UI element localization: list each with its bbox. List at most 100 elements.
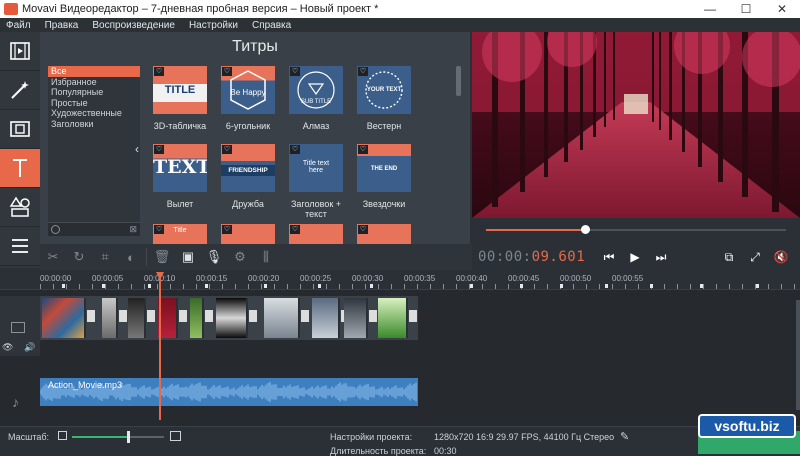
category-item[interactable]: Все bbox=[48, 66, 140, 77]
collapse-panel-icon[interactable]: ‹ bbox=[135, 142, 139, 156]
clear-search-icon[interactable]: ⊠ bbox=[129, 224, 137, 235]
category-item[interactable]: Художественные bbox=[48, 108, 140, 119]
more-tools-button[interactable] bbox=[0, 227, 40, 266]
category-item[interactable]: Популярные bbox=[48, 87, 140, 98]
title-tile[interactable]: ♡ Title bbox=[153, 224, 207, 244]
maximize-button[interactable]: ☐ bbox=[728, 0, 764, 18]
category-item[interactable]: Заголовки bbox=[48, 119, 140, 130]
transition-marker[interactable] bbox=[249, 310, 257, 322]
video-clip[interactable] bbox=[216, 298, 248, 338]
minimize-button[interactable]: — bbox=[692, 0, 728, 18]
video-clip[interactable] bbox=[190, 298, 204, 338]
external-preview-button[interactable]: ⧉ bbox=[716, 244, 742, 270]
menu-settings[interactable]: Настройки bbox=[183, 20, 246, 31]
category-item[interactable]: Избранное bbox=[48, 77, 140, 88]
ruler-time-label: 00:00:50 bbox=[560, 274, 592, 283]
filters-tool-button[interactable] bbox=[0, 110, 40, 149]
video-clip[interactable] bbox=[42, 298, 86, 338]
title-tile[interactable]: ♡ bbox=[357, 224, 411, 244]
video-clip[interactable] bbox=[312, 298, 340, 338]
rotate-button[interactable]: ↻ bbox=[66, 244, 92, 270]
video-track[interactable] bbox=[40, 296, 418, 340]
preview-seekbar[interactable] bbox=[472, 218, 800, 242]
video-clip[interactable] bbox=[344, 298, 368, 338]
shapes-tool-button[interactable] bbox=[0, 188, 40, 227]
video-clip[interactable] bbox=[102, 298, 118, 338]
timecode-prefix: 00:00: bbox=[478, 249, 532, 265]
video-clip[interactable] bbox=[158, 298, 178, 338]
menu-edit[interactable]: Правка bbox=[39, 20, 87, 31]
effects-tool-button[interactable] bbox=[0, 71, 40, 110]
title-thumbnail: ♡ Title bbox=[153, 224, 207, 244]
transition-marker[interactable] bbox=[205, 310, 213, 322]
equalizer-button[interactable]: ⫼ bbox=[253, 244, 279, 270]
title-tile[interactable]: ♡ TEXT Вылет bbox=[153, 144, 207, 209]
audio-clip[interactable]: Action_Movie.mp3 bbox=[40, 378, 418, 406]
title-tile[interactable]: ♡ bbox=[221, 224, 275, 244]
video-clip[interactable] bbox=[128, 298, 146, 338]
seek-handle[interactable] bbox=[581, 225, 590, 234]
transition-marker[interactable] bbox=[119, 310, 127, 322]
transition-marker[interactable] bbox=[147, 310, 155, 322]
favorite-heart-icon[interactable]: ♡ bbox=[290, 225, 300, 234]
menu-playback[interactable]: Воспроизведение bbox=[86, 20, 183, 31]
play-button[interactable]: ▶ bbox=[622, 244, 648, 270]
record-audio-button[interactable]: 🎙 bbox=[201, 244, 227, 270]
skip-back-button[interactable]: ⏮ bbox=[596, 244, 622, 270]
favorite-heart-icon[interactable]: ♡ bbox=[222, 145, 232, 154]
skip-forward-button[interactable]: ⏭ bbox=[648, 244, 674, 270]
title-tile[interactable]: ♡ bbox=[289, 224, 343, 244]
fullscreen-button[interactable]: ⤢ bbox=[742, 244, 768, 270]
title-tile[interactable]: ♡ TITLE 3D-табличка bbox=[153, 66, 207, 131]
favorite-heart-icon[interactable]: ♡ bbox=[154, 67, 164, 76]
zoom-slider-handle[interactable] bbox=[127, 431, 130, 443]
search-icon bbox=[51, 225, 60, 234]
title-tile[interactable]: ♡ YOUR TEXT Вестерн bbox=[357, 66, 411, 131]
panel-scrollbar[interactable] bbox=[456, 66, 461, 96]
transition-marker[interactable] bbox=[369, 310, 377, 322]
playhead[interactable] bbox=[159, 276, 161, 420]
zoom-out-icon[interactable] bbox=[58, 431, 67, 440]
close-button[interactable]: ✕ bbox=[764, 0, 800, 18]
title-tile[interactable]: ♡ Title text here Заголовок + текст bbox=[289, 144, 343, 219]
title-tile[interactable]: ♡ FRIENDSHIP Дружба bbox=[221, 144, 275, 209]
menu-help[interactable]: Справка bbox=[246, 20, 299, 31]
mute-button[interactable]: 🔇 bbox=[768, 244, 794, 270]
timeline-ruler[interactable]: 00:00:0000:00:0500:00:1000:00:1500:00:20… bbox=[0, 270, 800, 290]
category-item[interactable]: Простые bbox=[48, 98, 140, 109]
favorite-heart-icon[interactable]: ♡ bbox=[358, 145, 368, 154]
edit-settings-pencil-icon[interactable]: ✎ bbox=[620, 430, 629, 443]
favorite-heart-icon[interactable]: ♡ bbox=[222, 225, 232, 234]
delete-button[interactable]: 🗑 bbox=[149, 244, 175, 270]
zoom-in-icon[interactable] bbox=[170, 431, 181, 441]
import-tool-button[interactable] bbox=[0, 32, 40, 71]
visibility-eye-icon[interactable]: 👁 bbox=[2, 342, 13, 353]
favorite-heart-icon[interactable]: ♡ bbox=[358, 225, 368, 234]
category-search-input[interactable]: ⊠ bbox=[48, 222, 140, 236]
title-tile[interactable]: ♡ SUB TITLE Алмаз bbox=[289, 66, 343, 131]
ruler-tick bbox=[79, 284, 80, 289]
transition-marker[interactable] bbox=[409, 310, 417, 322]
title-thumbnail: ♡ bbox=[221, 224, 275, 244]
color-adjust-button[interactable]: ◐ bbox=[118, 244, 144, 270]
thumb-text: Title text here bbox=[302, 160, 330, 174]
favorite-heart-icon[interactable]: ♡ bbox=[290, 145, 300, 154]
timeline[interactable]: 00:00:0000:00:0500:00:1000:00:1500:00:20… bbox=[0, 270, 800, 426]
timeline-scrollbar[interactable] bbox=[796, 300, 800, 410]
crop-button[interactable]: ⌗ bbox=[92, 244, 118, 270]
transition-marker[interactable] bbox=[179, 310, 187, 322]
video-clip[interactable] bbox=[264, 298, 300, 338]
video-preview[interactable] bbox=[472, 32, 800, 218]
title-tile[interactable]: ♡ Be Happy 6-угольник bbox=[221, 66, 275, 131]
title-tile[interactable]: ♡ THE END Звездочки bbox=[357, 144, 411, 209]
favorite-heart-icon[interactable]: ♡ bbox=[154, 145, 164, 154]
settings-button[interactable]: ⚙ bbox=[227, 244, 253, 270]
track-volume-icon[interactable]: 🔊 bbox=[24, 342, 35, 353]
cut-button[interactable]: ✂ bbox=[40, 244, 66, 270]
image-button[interactable]: ▣ bbox=[175, 244, 201, 270]
transition-marker[interactable] bbox=[301, 310, 309, 322]
transition-marker[interactable] bbox=[87, 310, 95, 322]
menu-file[interactable]: Файл bbox=[0, 20, 39, 31]
video-clip[interactable] bbox=[378, 298, 408, 338]
titles-tool-button[interactable] bbox=[0, 149, 40, 188]
